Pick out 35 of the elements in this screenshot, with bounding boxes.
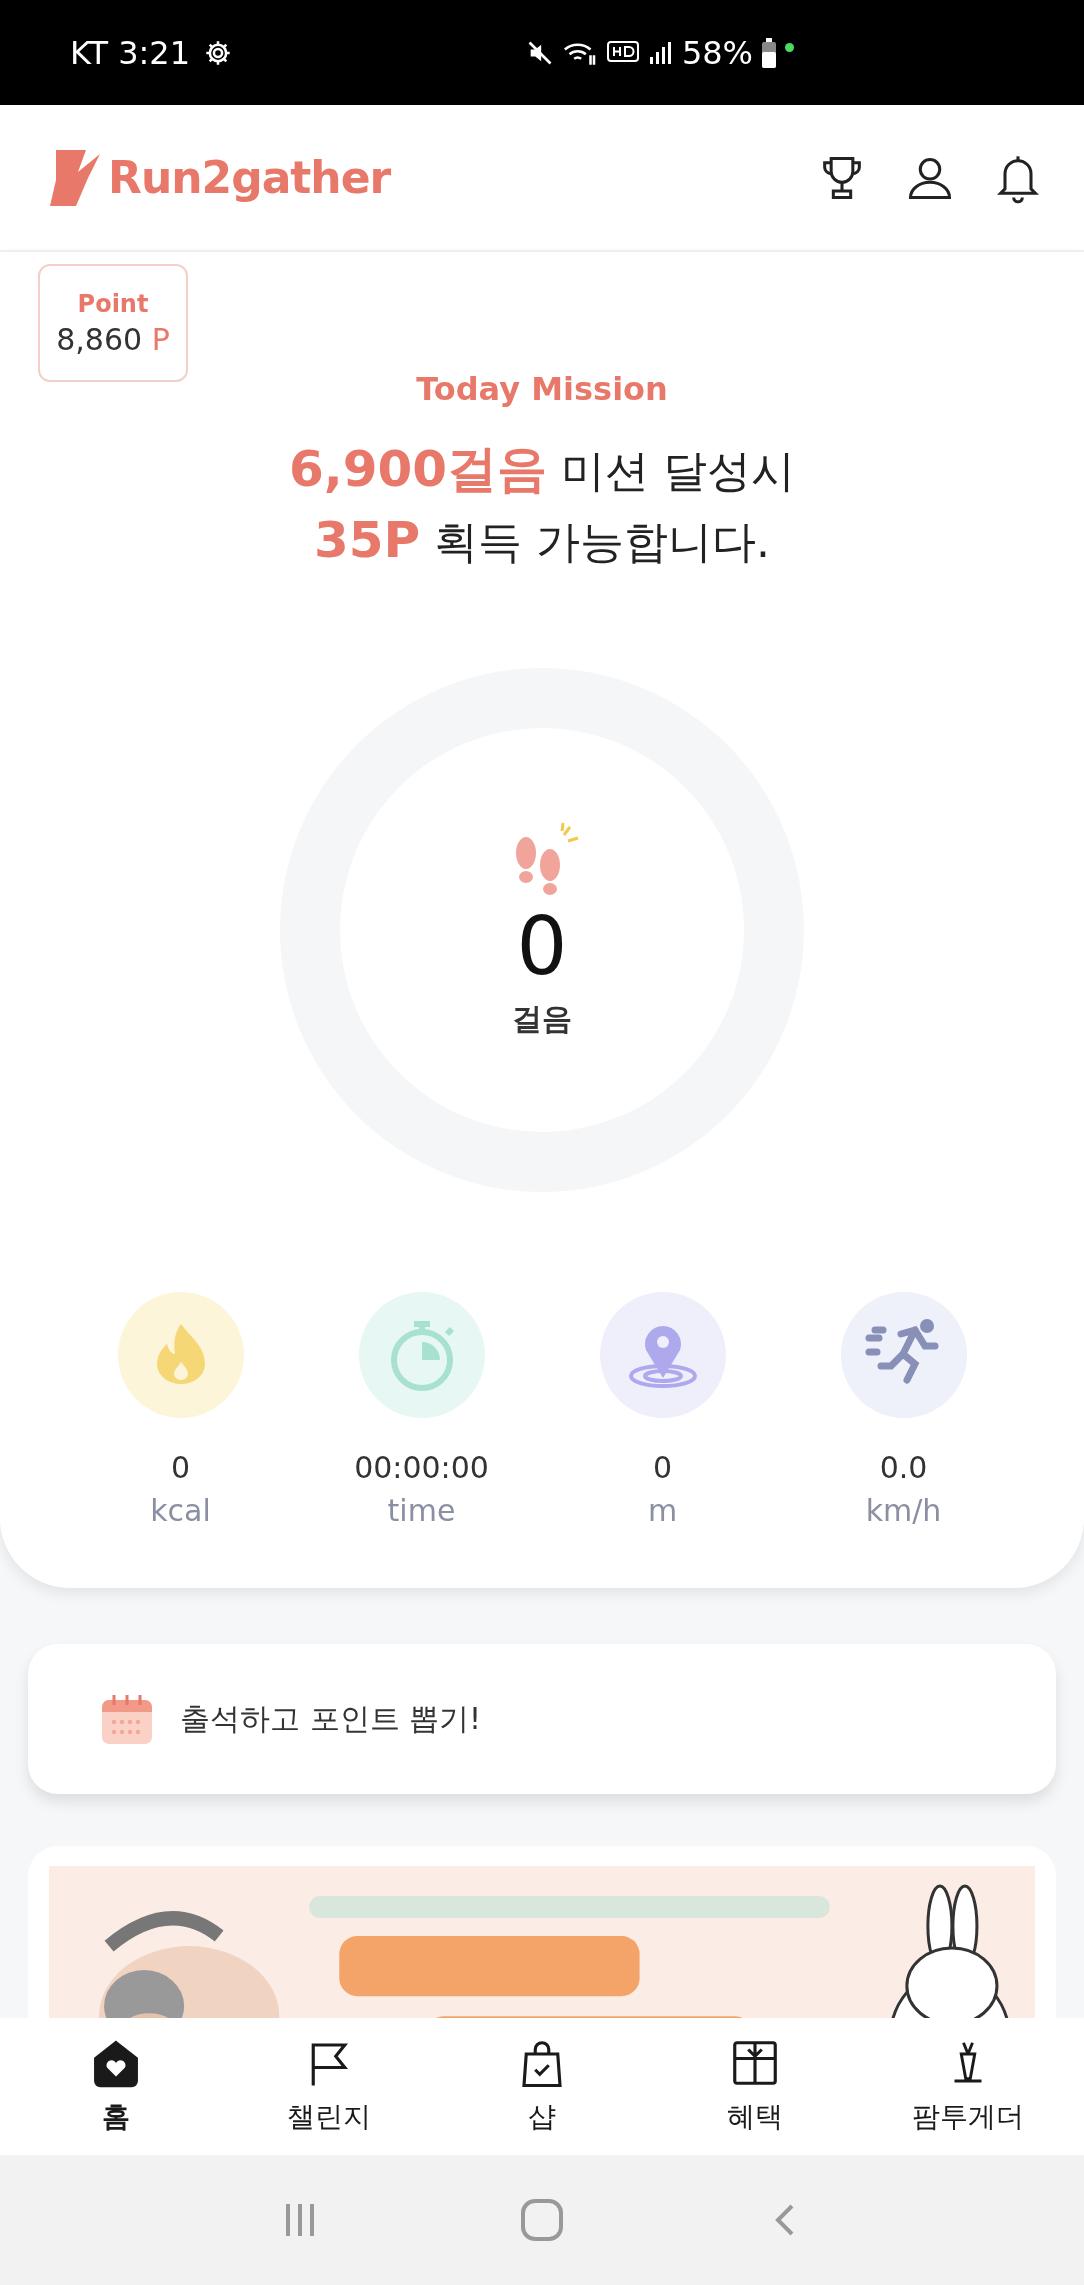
stat-unit: m (647, 1493, 678, 1528)
mission-text: 35P 획득 가능합니다. (313, 511, 771, 571)
flame-icon (117, 1292, 244, 1418)
settings-icon (204, 38, 233, 67)
stat-value: 0.0 (879, 1450, 928, 1485)
nav-tab[interactable]: 팜투게더 (861, 2018, 1074, 2155)
attendance-card[interactable]: 출석하고 포인트 뽑기! (28, 1644, 1056, 1794)
stopwatch-icon (358, 1292, 485, 1418)
stat-value: 0 (170, 1450, 191, 1485)
mission-title: Today Mission (416, 370, 668, 408)
location-pin-icon (599, 1292, 726, 1418)
mission-text: 6,900걸음 미션 달성시 (288, 439, 796, 500)
calendar-icon (100, 1692, 154, 1746)
battery-icon (761, 37, 777, 68)
point-label: Point (77, 289, 149, 318)
logo-icon (48, 147, 102, 208)
carrier-time: KT 3:21 (70, 33, 191, 72)
point-value: 8,860 P (56, 321, 170, 357)
nav-tab[interactable]: 혜택 (648, 2018, 862, 2155)
step-unit: 걸음 (512, 999, 572, 1038)
attendance-label: 출석하고 포인트 뽑기! (180, 1699, 482, 1738)
runner-icon (840, 1292, 967, 1418)
nav-tab[interactable]: 홈 (10, 2018, 223, 2155)
stat-unit: km/h (865, 1493, 942, 1528)
stat-value: 0 (652, 1450, 673, 1485)
battery-percent: 58% (681, 33, 753, 72)
charging-dot (785, 42, 794, 52)
stat-unit: time (387, 1493, 456, 1528)
stat-unit: kcal (150, 1493, 211, 1528)
home-button-icon[interactable] (520, 2198, 564, 2242)
logo-text: Run2gather (108, 152, 391, 203)
nav-tab[interactable]: 샵 (435, 2018, 649, 2155)
nav-tab[interactable]: 챌린지 (222, 2018, 436, 2155)
stat-value: 00:00:00 (354, 1450, 489, 1485)
step-count: 0 (516, 906, 568, 987)
